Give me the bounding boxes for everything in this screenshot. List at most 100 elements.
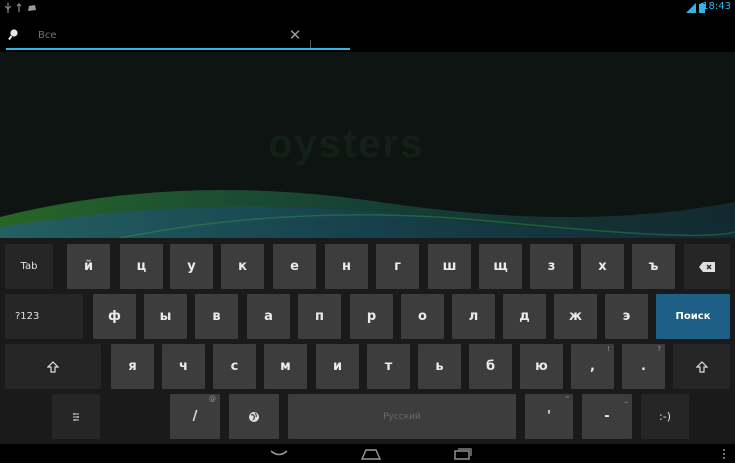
- key-label: г: [394, 259, 401, 274]
- key-label: з: [547, 259, 556, 274]
- signal-icon: [686, 3, 696, 13]
- close-icon[interactable]: ✕: [286, 26, 304, 44]
- key-р[interactable]: р: [350, 294, 393, 339]
- tab-key[interactable]: Tab: [5, 244, 53, 289]
- symbols-key[interactable]: ?123: [5, 294, 83, 339]
- key-ф[interactable]: ф: [93, 294, 136, 339]
- key-label: э: [622, 309, 631, 324]
- key-label: о: [418, 309, 427, 324]
- backspace-key[interactable]: [684, 244, 730, 289]
- recent-apps-button[interactable]: [446, 444, 480, 463]
- search-action-label: Поиск: [675, 311, 711, 322]
- slash-key[interactable]: / @: [170, 394, 220, 439]
- key-label: ъ: [648, 259, 659, 274]
- globe-key[interactable]: [229, 394, 279, 439]
- key-hint: ": [565, 395, 569, 403]
- key-д[interactable]: д: [503, 294, 546, 339]
- key-label: й: [83, 259, 94, 274]
- key-э[interactable]: э: [605, 294, 648, 339]
- key-о[interactable]: о: [401, 294, 444, 339]
- smiley-key[interactable]: :-): [641, 394, 689, 439]
- key-а[interactable]: а: [247, 294, 290, 339]
- hide-keyboard-icon: [270, 449, 288, 455]
- key-в[interactable]: в: [195, 294, 238, 339]
- key-label: в: [212, 309, 221, 324]
- key-с[interactable]: с: [213, 344, 256, 389]
- key-label: ь: [435, 359, 444, 374]
- menu-button[interactable]: [716, 444, 732, 463]
- key-ш[interactable]: ш: [428, 244, 471, 289]
- shift-left-key[interactable]: [5, 344, 101, 389]
- key-hint: !: [607, 345, 610, 353]
- key-label: ш: [442, 259, 457, 274]
- key-г[interactable]: г: [376, 244, 419, 289]
- shift-icon: [47, 360, 59, 373]
- key-б[interactable]: б: [469, 344, 512, 389]
- key-х[interactable]: х: [581, 244, 624, 289]
- key-label: у: [187, 259, 196, 274]
- period-key[interactable]: .?: [622, 344, 665, 389]
- space-key[interactable]: Русский: [288, 394, 516, 439]
- key-л[interactable]: л: [452, 294, 495, 339]
- key-у[interactable]: у: [170, 244, 213, 289]
- key-label: ч: [179, 359, 188, 374]
- key-label: ж: [569, 309, 582, 324]
- menu-icon: [723, 448, 725, 459]
- key-label: б: [485, 359, 496, 374]
- key-label: м: [280, 359, 291, 374]
- key-label: .: [641, 359, 646, 374]
- key-и[interactable]: и: [316, 344, 359, 389]
- globe-icon: [249, 411, 259, 422]
- key-ч[interactable]: ч: [162, 344, 205, 389]
- key-щ[interactable]: щ: [479, 244, 522, 289]
- key-label: е: [290, 259, 299, 274]
- key-label: ,: [590, 359, 595, 374]
- key-label: -: [604, 409, 610, 424]
- key-я[interactable]: я: [111, 344, 154, 389]
- key-е[interactable]: е: [273, 244, 316, 289]
- search-bar: ✕: [6, 24, 350, 50]
- tab-key-label: Tab: [20, 261, 38, 272]
- key-й[interactable]: й: [67, 244, 110, 289]
- key-label: п: [315, 309, 324, 324]
- settings-key[interactable]: [52, 394, 100, 439]
- search-icon[interactable]: [8, 28, 22, 42]
- key-м[interactable]: м: [264, 344, 307, 389]
- usb-icon: [4, 3, 12, 13]
- key-label: х: [598, 259, 607, 274]
- search-divider: [310, 40, 311, 48]
- key-ж[interactable]: ж: [554, 294, 597, 339]
- key-ц[interactable]: ц: [120, 244, 163, 289]
- hide-keyboard-button[interactable]: [262, 444, 296, 463]
- key-hint: ?: [657, 345, 661, 353]
- key-н[interactable]: н: [325, 244, 368, 289]
- key-label: щ: [493, 259, 508, 274]
- shift-right-key[interactable]: [673, 344, 730, 389]
- background-wallpaper: oysters: [0, 52, 735, 238]
- dash-key[interactable]: - _: [582, 394, 632, 439]
- key-label: ц: [136, 259, 147, 274]
- symbols-key-label: ?123: [15, 311, 40, 322]
- key-label: н: [342, 259, 351, 274]
- comma-key[interactable]: ,!: [571, 344, 614, 389]
- key-label: с: [230, 359, 239, 374]
- key-з[interactable]: з: [530, 244, 573, 289]
- key-к[interactable]: к: [221, 244, 264, 289]
- apostrophe-key[interactable]: ' ": [525, 394, 573, 439]
- key-ю[interactable]: ю: [520, 344, 563, 389]
- key-label: ю: [535, 359, 548, 374]
- recent-apps-icon: [454, 447, 472, 460]
- key-ы[interactable]: ы: [144, 294, 187, 339]
- backspace-icon: [699, 261, 715, 272]
- key-ь[interactable]: ь: [418, 344, 461, 389]
- key-т[interactable]: т: [367, 344, 410, 389]
- key-п[interactable]: п: [298, 294, 341, 339]
- home-button[interactable]: [354, 444, 388, 463]
- key-label: ф: [108, 309, 121, 324]
- search-input[interactable]: [38, 26, 278, 44]
- key-hint: @: [209, 395, 216, 403]
- wifi-sync-icon: [16, 3, 22, 12]
- search-action-key[interactable]: Поиск: [656, 294, 730, 339]
- notification-icon: [28, 5, 36, 11]
- key-ъ[interactable]: ъ: [632, 244, 675, 289]
